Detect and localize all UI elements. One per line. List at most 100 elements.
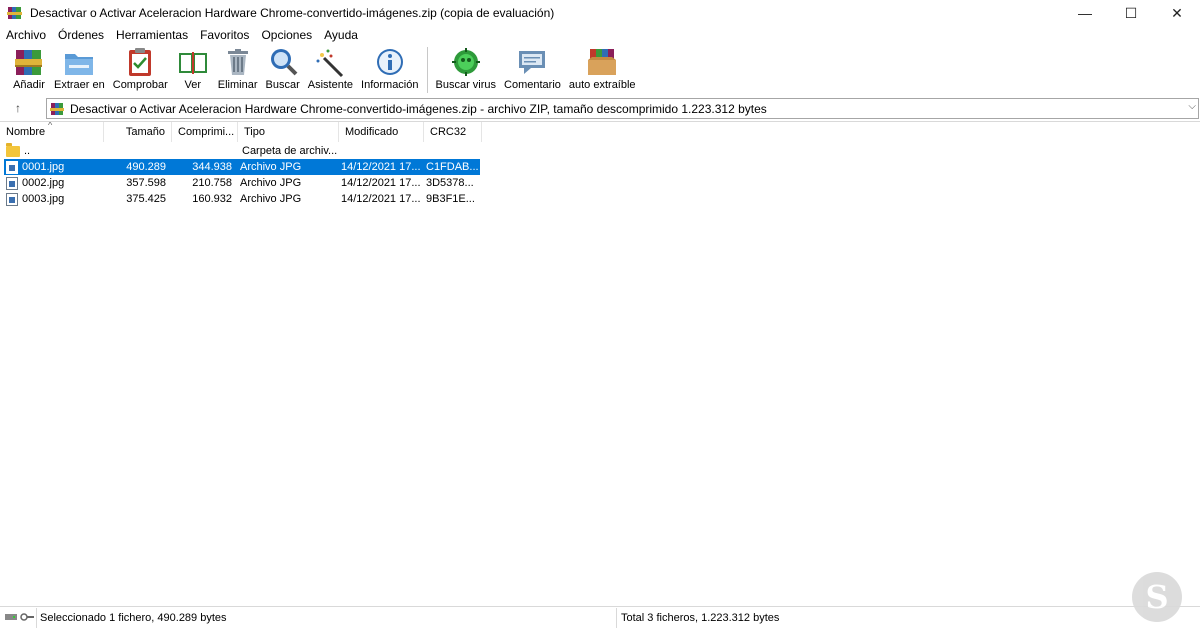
row-type: Carpeta de archiv... xyxy=(242,145,338,157)
delete-button[interactable]: Eliminar xyxy=(214,45,262,91)
info-label: Información xyxy=(361,79,419,91)
column-type[interactable]: Tipo xyxy=(238,122,339,142)
winrar-app-icon[interactable] xyxy=(7,5,23,21)
row-modified: 14/12/2021 17... xyxy=(341,193,421,205)
info-button[interactable]: Información xyxy=(357,45,422,91)
jpg-file-icon xyxy=(6,176,18,190)
row-size: 490.289 xyxy=(126,161,166,173)
menu-herramientas[interactable]: Herramientas xyxy=(110,26,194,44)
sfx-button[interactable]: auto extraíble xyxy=(565,45,640,91)
menu-bar: Archivo Órdenes Herramientas Favoritos O… xyxy=(0,26,1200,44)
add-books-icon xyxy=(12,46,46,78)
folder-icon xyxy=(6,142,20,157)
title-bar: Desactivar o Activar Aceleracion Hardwar… xyxy=(0,0,1200,26)
column-size-label: Tamaño xyxy=(125,126,165,138)
sfx-label: auto extraíble xyxy=(568,79,636,91)
drive-icon[interactable] xyxy=(5,612,17,625)
row-crc: 3D5378... xyxy=(426,177,474,189)
virus-scan-icon xyxy=(449,46,483,78)
view-label: Ver xyxy=(184,79,202,91)
row-packed: 210.758 xyxy=(192,177,232,189)
column-packed-label: Comprimi... xyxy=(178,126,235,138)
column-type-label: Tipo xyxy=(244,126,265,138)
menu-ordenes[interactable]: Órdenes xyxy=(52,26,110,44)
extract-button[interactable]: Extraer en xyxy=(50,45,109,91)
row-type: Archivo JPG xyxy=(240,177,302,189)
virus-scan-label: Buscar virus xyxy=(435,79,497,91)
find-button[interactable]: Buscar xyxy=(262,45,304,91)
virus-scan-button[interactable]: Buscar virus xyxy=(432,45,501,91)
row-modified: 14/12/2021 17... xyxy=(341,177,421,189)
test-button[interactable]: Comprobar xyxy=(109,45,172,91)
row-name: .. xyxy=(24,145,31,157)
chevron-down-icon[interactable]: ⌵ xyxy=(1188,101,1196,112)
delete-label: Eliminar xyxy=(217,79,258,91)
row-crc: 9B3F1E... xyxy=(426,193,475,205)
watermark-letter: S xyxy=(1145,578,1169,616)
comment-label: Comentario xyxy=(504,79,561,91)
address-path: Desactivar o Activar Aceleracion Hardwar… xyxy=(70,101,767,116)
row-type: Archivo JPG xyxy=(240,161,302,173)
row-name: 0001.jpg xyxy=(22,161,65,173)
status-selection: Seleccionado 1 fichero, 490.289 bytes xyxy=(36,608,616,628)
jpg-file-icon xyxy=(6,160,18,174)
list-header: ^ Nombre Tamaño Comprimi... Tipo Modific… xyxy=(0,122,482,142)
row-size: 357.598 xyxy=(126,177,166,189)
jpg-file-icon xyxy=(6,192,18,206)
test-label: Comprobar xyxy=(112,79,168,91)
minimize-button[interactable]: — xyxy=(1062,0,1108,26)
menu-archivo[interactable]: Archivo xyxy=(0,26,52,44)
row-modified: 14/12/2021 17... xyxy=(341,161,421,173)
menu-opciones[interactable]: Opciones xyxy=(255,26,318,44)
list-item-parent-folder[interactable]: .. Carpeta de archiv... xyxy=(4,142,482,159)
file-list[interactable]: ^ Nombre Tamaño Comprimi... Tipo Modific… xyxy=(0,121,1200,607)
window-controls: — ☐ ✕ xyxy=(1062,0,1200,26)
comment-button[interactable]: Comentario xyxy=(500,45,565,91)
add-button[interactable]: Añadir xyxy=(8,45,50,91)
trash-icon xyxy=(221,46,255,78)
column-name[interactable]: ^ Nombre xyxy=(0,122,104,142)
extract-folder-icon xyxy=(62,46,96,78)
key-icon[interactable] xyxy=(20,612,34,625)
comment-icon xyxy=(515,46,549,78)
view-button[interactable]: Ver xyxy=(172,45,214,91)
maximize-button[interactable]: ☐ xyxy=(1108,0,1154,26)
magnifier-icon xyxy=(266,46,300,78)
row-name: 0002.jpg xyxy=(22,177,65,189)
list-item-0003[interactable]: 0003.jpg 375.425 160.932 Archivo JPG 14/… xyxy=(4,191,480,207)
status-total: Total 3 ficheros, 1.223.312 bytes xyxy=(616,608,779,628)
find-label: Buscar xyxy=(265,79,300,91)
extract-label: Extraer en xyxy=(54,79,105,91)
test-clipboard-icon xyxy=(123,46,157,78)
menu-favoritos[interactable]: Favoritos xyxy=(194,26,255,44)
wizard-button[interactable]: Asistente xyxy=(304,45,357,91)
row-crc: C1FDAB... xyxy=(426,161,479,173)
close-icon: ✕ xyxy=(1171,4,1183,21)
close-button[interactable]: ✕ xyxy=(1154,0,1200,26)
address-row: ↑ Desactivar o Activar Aceleracion Hardw… xyxy=(0,96,1200,120)
maximize-icon: ☐ xyxy=(1124,4,1138,21)
column-size[interactable]: Tamaño xyxy=(104,122,172,142)
list-item-0002[interactable]: 0002.jpg 357.598 210.758 Archivo JPG 14/… xyxy=(4,175,480,191)
row-name: 0003.jpg xyxy=(22,193,65,205)
row-packed: 344.938 xyxy=(192,161,232,173)
menu-ayuda[interactable]: Ayuda xyxy=(318,26,364,44)
archive-icon xyxy=(50,102,64,116)
wizard-wand-icon xyxy=(313,46,347,78)
status-icons xyxy=(0,608,36,628)
window-title: Desactivar o Activar Aceleracion Hardwar… xyxy=(30,6,555,20)
address-bar[interactable]: Desactivar o Activar Aceleracion Hardwar… xyxy=(46,98,1199,119)
status-bar: Seleccionado 1 fichero, 490.289 bytes To… xyxy=(0,608,1200,628)
add-label: Añadir xyxy=(13,79,45,91)
up-folder-button[interactable]: ↑ xyxy=(8,99,28,117)
column-crc[interactable]: CRC32 xyxy=(424,122,482,142)
list-item-0001[interactable]: 0001.jpg 490.289 344.938 Archivo JPG 14/… xyxy=(4,159,480,175)
toolbar-separator xyxy=(426,47,428,93)
row-packed: 160.932 xyxy=(192,193,232,205)
column-packed[interactable]: Comprimi... xyxy=(172,122,238,142)
row-size: 375.425 xyxy=(126,193,166,205)
sort-ascending-icon: ^ xyxy=(48,122,53,130)
minimize-icon: — xyxy=(1078,5,1092,21)
column-name-label: Nombre xyxy=(6,126,46,138)
column-modified[interactable]: Modificado xyxy=(339,122,424,142)
